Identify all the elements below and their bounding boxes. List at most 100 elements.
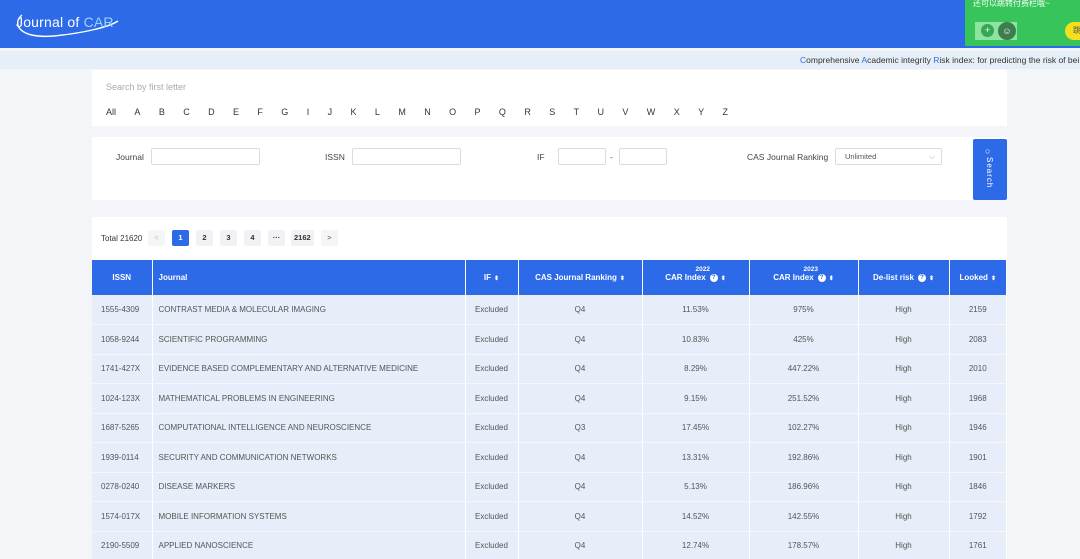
next-page-button[interactable]: > (321, 230, 338, 246)
cell-issn: 1555-4309 (92, 295, 153, 325)
if-min-input[interactable] (558, 148, 606, 165)
cell-journal[interactable]: SCIENTIFIC PROGRAMMING (152, 324, 466, 355)
letter-all[interactable]: All (106, 107, 116, 117)
col-if[interactable]: IF ⬍ (465, 260, 519, 295)
page-button-last[interactable]: 2162 (291, 230, 314, 246)
plus-icon[interactable]: + (981, 24, 994, 37)
table-row[interactable]: 1555-4309 CONTRAST MEDIA & MOLECULAR IMAG… (92, 295, 1006, 325)
cell-if: Excluded (465, 383, 519, 414)
letter-i[interactable]: I (307, 107, 310, 117)
letter-v[interactable]: V (622, 107, 628, 117)
letter-f[interactable]: F (257, 107, 263, 117)
cell-journal[interactable]: APPLIED NANOSCIENCE (152, 531, 466, 559)
table-row[interactable]: 0278-0240 DISEASE MARKERS Excluded Q4 5.13% 1… (92, 472, 1006, 502)
page-button-3[interactable]: 3 (220, 230, 237, 246)
journal-input[interactable] (151, 148, 260, 165)
cell-issn: 1741-427X (92, 354, 153, 384)
letter-g[interactable]: G (281, 107, 288, 117)
letter-y[interactable]: Y (698, 107, 704, 117)
search-button-label: Search (985, 157, 994, 189)
avatar-icon[interactable]: ☺ (998, 22, 1016, 40)
col-car-2023[interactable]: 2023 CAR Index? ⬍ (749, 260, 859, 295)
cell-delist: High (858, 442, 950, 473)
chevron-down-icon: ⌵ (928, 152, 935, 161)
table-row[interactable]: 2190-5509 APPLIED NANOSCIENCE Excluded Q4 12… (92, 531, 1006, 559)
cell-issn: 1024-123X (92, 383, 153, 414)
site-logo[interactable]: Journal of CAR (14, 9, 124, 39)
logo-text: Journal of CAR (16, 14, 114, 30)
letter-l[interactable]: L (375, 107, 380, 117)
cell-delist: High (858, 354, 950, 384)
cell-journal[interactable]: CONTRAST MEDIA & MOLECULAR IMAGING (152, 295, 466, 325)
cell-journal[interactable]: MATHEMATICAL PROBLEMS IN ENGINEERING (152, 383, 466, 414)
col-delist-risk[interactable]: De-list risk? ⬍ (858, 260, 950, 295)
sort-icon: ⬍ (928, 276, 934, 282)
sort-icon: ⬍ (494, 276, 500, 282)
table-row[interactable]: 1687-5265 COMPUTATIONAL INTELLIGENCE AND … (92, 413, 1006, 443)
letter-k[interactable]: K (351, 107, 357, 117)
cell-car2022: 8.29% (642, 354, 750, 384)
cell-if: Excluded (465, 442, 519, 473)
letter-b[interactable]: B (159, 107, 165, 117)
letter-o[interactable]: O (449, 107, 456, 117)
cas-ranking-label: CAS Journal Ranking (747, 152, 829, 162)
page-button-4[interactable]: 4 (244, 230, 261, 246)
letter-t[interactable]: T (574, 107, 580, 117)
letter-p[interactable]: P (475, 107, 481, 117)
letter-s[interactable]: S (549, 107, 555, 117)
col-car-2022[interactable]: 2022 CAR Index? ⬍ (642, 260, 750, 295)
journal-table: ISSN Journal IF ⬍ CAS Journal Ranking ⬍ 20… (92, 260, 1006, 559)
issn-label: ISSN (325, 152, 345, 162)
table-row[interactable]: 1024-123X MATHEMATICAL PROBLEMS IN ENGINE… (92, 383, 1006, 414)
search-button[interactable]: ○ Search (973, 139, 1007, 200)
prev-page-button[interactable]: < (148, 230, 165, 246)
table-row[interactable]: 1058-9244 SCIENTIFIC PROGRAMMING Excluded Q… (92, 324, 1006, 355)
cell-looked: 2010 (949, 354, 1006, 384)
issn-input[interactable] (352, 148, 461, 165)
col-cas[interactable]: CAS Journal Ranking ⬍ (518, 260, 643, 295)
letter-list: All A B C D E F G I J K L M N O P Q R S T U V W X Y Z (106, 107, 746, 117)
if-max-input[interactable] (619, 148, 667, 165)
cell-car2023: 186.96% (749, 472, 859, 502)
letter-w[interactable]: W (647, 107, 656, 117)
letter-j[interactable]: J (328, 107, 333, 117)
letter-z[interactable]: Z (723, 107, 729, 117)
letter-d[interactable]: D (208, 107, 215, 117)
cas-ranking-select[interactable]: Unlimited ⌵ (835, 148, 942, 165)
letter-m[interactable]: M (398, 107, 406, 117)
page-button-1[interactable]: 1 (172, 230, 189, 246)
cell-journal[interactable]: SECURITY AND COMMUNICATION NETWORKS (152, 442, 466, 473)
cell-delist: High (858, 383, 950, 414)
cell-car2022: 11.53% (642, 295, 750, 325)
letter-e[interactable]: E (233, 107, 239, 117)
letter-r[interactable]: R (524, 107, 531, 117)
letter-n[interactable]: N (424, 107, 431, 117)
cell-journal[interactable]: DISEASE MARKERS (152, 472, 466, 502)
col-looked[interactable]: Looked ⬍ (949, 260, 1006, 295)
cell-delist: High (858, 501, 950, 532)
cell-issn: 1058-9244 (92, 324, 153, 355)
letter-x[interactable]: X (674, 107, 680, 117)
promo-button[interactable]: 跳 (1065, 22, 1080, 40)
help-icon: ? (817, 273, 826, 282)
page-ellipsis[interactable]: ··· (268, 230, 285, 246)
table-row[interactable]: 1574-017X MOBILE INFORMATION SYSTEMS Exclu… (92, 501, 1006, 532)
page-button-2[interactable]: 2 (196, 230, 213, 246)
cell-journal[interactable]: EVIDENCE BASED COMPLEMENTARY AND ALTERNA… (152, 354, 466, 384)
promo-banner[interactable]: 还可以跳转付费栏哦~ + ☺ 跳 (965, 0, 1080, 46)
top-bar: Journal of CAR 还可以跳转付费栏哦~ + ☺ 跳 (0, 0, 1080, 48)
cell-if: Excluded (465, 531, 519, 559)
cell-car2022: 10.83% (642, 324, 750, 355)
letter-q[interactable]: Q (499, 107, 506, 117)
letter-u[interactable]: U (598, 107, 605, 117)
letter-c[interactable]: C (183, 107, 190, 117)
cell-issn: 1939-0114 (92, 442, 153, 473)
letter-a[interactable]: A (134, 107, 140, 117)
letter-search-input[interactable]: Search by first letter (106, 82, 186, 92)
cell-looked: 2159 (949, 295, 1006, 325)
cell-journal[interactable]: MOBILE INFORMATION SYSTEMS (152, 501, 466, 532)
table-row[interactable]: 1741-427X EVIDENCE BASED COMPLEMENTARY AN… (92, 354, 1006, 384)
table-row[interactable]: 1939-0114 SECURITY AND COMMUNICATION NETW… (92, 442, 1006, 473)
cell-journal[interactable]: COMPUTATIONAL INTELLIGENCE AND NEUROSCIE… (152, 413, 466, 443)
cell-cas: Q4 (518, 324, 643, 355)
